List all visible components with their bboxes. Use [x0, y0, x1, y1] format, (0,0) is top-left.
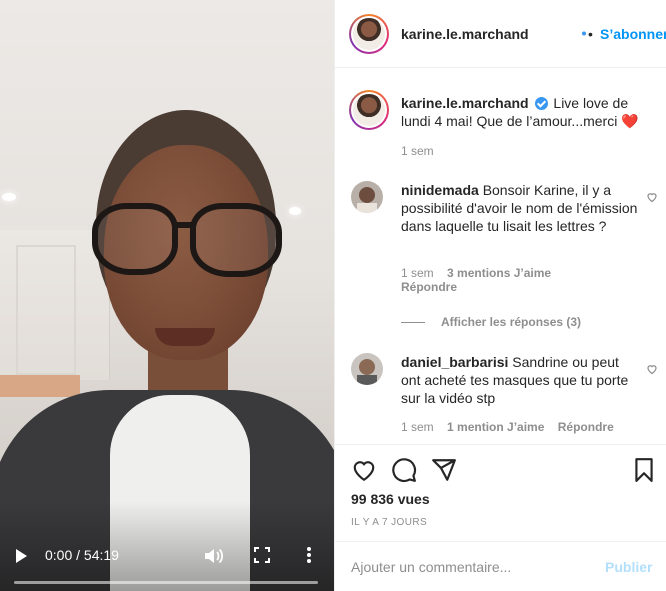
- post-comment-button[interactable]: Publier: [605, 559, 652, 575]
- add-comment-bar: Publier: [335, 541, 666, 591]
- comment-avatar[interactable]: [351, 181, 383, 213]
- avatar-photo: [351, 181, 383, 213]
- avatar-photo: [351, 353, 383, 385]
- replies-divider: [401, 322, 425, 323]
- comment-username[interactable]: daniel_barbarisi: [401, 354, 508, 370]
- comment-time[interactable]: 1 sem: [401, 266, 434, 280]
- comment-meta: 1 sem 1 mention J’aime Répondre: [401, 420, 614, 434]
- comment-reply-row: Répondre: [401, 280, 457, 294]
- ceiling-light: [2, 193, 16, 201]
- post-age[interactable]: IL Y A 7 JOURS: [351, 517, 427, 528]
- comment-input[interactable]: [351, 557, 591, 577]
- ceiling-light: [289, 207, 301, 215]
- action-bar: 99 836 vues IL Y A 7 JOURS: [335, 444, 666, 542]
- avatar[interactable]: [349, 14, 389, 54]
- person-mouth: [155, 328, 215, 346]
- like-heart-icon[interactable]: [646, 191, 658, 203]
- video-time: 0:00 / 54:19: [45, 547, 119, 563]
- background-frame: [16, 245, 76, 375]
- post-header: karine.le.marchand • S’abonner: [335, 0, 666, 68]
- avatar-photo: [353, 18, 385, 50]
- volume-icon[interactable]: [203, 546, 225, 566]
- fullscreen-icon[interactable]: [254, 547, 270, 563]
- comment-likes[interactable]: 1 mention J’aime: [447, 420, 544, 434]
- comment-body: ninidemada Bonsoir Karine, il y a possib…: [401, 181, 641, 235]
- post-panel: karine.le.marchand • S’abonner karine.le…: [334, 0, 666, 591]
- comment-username[interactable]: ninidemada: [401, 182, 479, 198]
- follow-button[interactable]: S’abonner: [600, 26, 666, 42]
- comment-avatar[interactable]: [351, 353, 383, 385]
- comment-body: daniel_barbarisi Sandrine ou peut ont ac…: [401, 353, 641, 407]
- background-shelf: [0, 375, 80, 397]
- post-view: 0:00 / 54:19 karine.le.marchand • S’abon…: [0, 0, 666, 591]
- caption-username[interactable]: karine.le.marchand: [401, 95, 529, 111]
- like-heart-icon[interactable]: [646, 363, 658, 375]
- glasses-bridge: [175, 222, 193, 228]
- reply-button[interactable]: Répondre: [401, 280, 457, 294]
- bookmark-icon[interactable]: [631, 457, 657, 483]
- progress-bar[interactable]: [14, 581, 318, 584]
- glasses-right-lens: [190, 203, 282, 277]
- verified-icon: [582, 31, 586, 36]
- comment-time[interactable]: 1 sem: [401, 420, 434, 434]
- like-icon[interactable]: [351, 457, 377, 483]
- glasses-left-lens: [92, 203, 178, 275]
- more-options-icon[interactable]: [306, 546, 312, 564]
- caption-avatar[interactable]: [349, 90, 389, 130]
- comment-icon[interactable]: [391, 457, 417, 483]
- view-count[interactable]: 99 836 vues: [351, 491, 430, 507]
- header-username[interactable]: karine.le.marchand: [401, 26, 529, 42]
- video-controls: 0:00 / 54:19: [0, 531, 334, 591]
- reply-button[interactable]: Répondre: [558, 420, 614, 434]
- comment-likes[interactable]: 3 mentions J’aime: [447, 266, 551, 280]
- comment-meta: 1 sem 3 mentions J’aime: [401, 266, 551, 280]
- caption: karine.le.marchand Live love de lundi 4 …: [401, 94, 657, 130]
- video-player[interactable]: 0:00 / 54:19: [0, 0, 334, 591]
- play-icon[interactable]: [16, 549, 27, 563]
- share-icon[interactable]: [431, 457, 457, 483]
- caption-time[interactable]: 1 sem: [401, 144, 434, 158]
- avatar-photo: [353, 94, 385, 126]
- view-replies-label: Afficher les réponses (3): [441, 315, 582, 329]
- view-replies[interactable]: Afficher les réponses (3): [401, 315, 581, 329]
- header-separator: •: [588, 26, 593, 42]
- verified-badge-icon: [534, 97, 548, 110]
